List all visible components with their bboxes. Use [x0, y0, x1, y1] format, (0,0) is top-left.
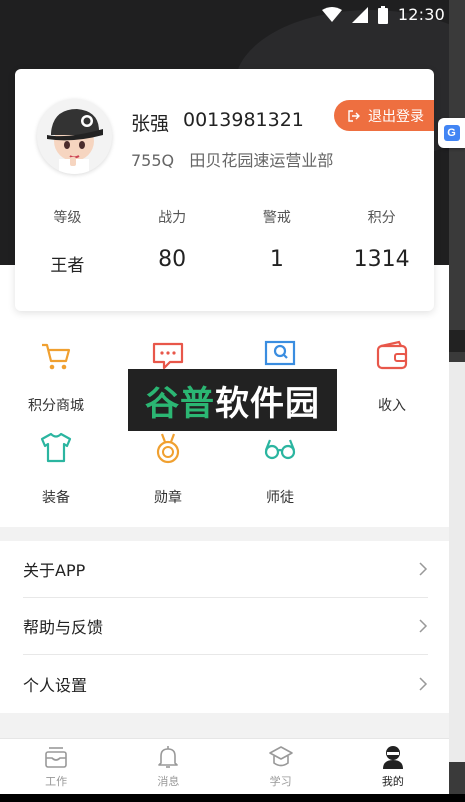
tab-label: 工作	[45, 775, 68, 788]
stat-value: 1314	[353, 247, 410, 272]
settings-item-personal[interactable]: 个人设置	[23, 655, 428, 712]
grid-label: 勋章	[154, 490, 182, 506]
stat-points[interactable]: 积分 1314	[329, 207, 434, 276]
ninja-user-icon	[382, 746, 403, 769]
tab-label: 消息	[157, 775, 180, 788]
stat-warning[interactable]: 警戒 1	[225, 207, 330, 276]
background-app-content	[449, 362, 465, 762]
translate-icon[interactable]: G	[438, 118, 465, 148]
stat-value: 1	[269, 247, 284, 272]
section-divider	[0, 713, 449, 738]
bottom-tab-bar: 工作 消息 学习 我的	[0, 738, 449, 794]
chevron-right-icon	[419, 619, 428, 633]
stat-label: 战力	[158, 210, 187, 226]
wallet-icon	[376, 340, 408, 370]
translate-glyph: G	[443, 125, 460, 141]
background-app-bar	[449, 330, 465, 352]
status-icons: 12:30	[321, 5, 445, 24]
stat-label: 积分	[367, 210, 396, 226]
system-nav-bar	[0, 794, 465, 802]
watermark-text: 谷普软件园	[145, 376, 320, 425]
grid-item-income[interactable]: 收入	[336, 339, 448, 415]
stat-label: 等级	[53, 210, 82, 226]
glasses-icon	[264, 439, 296, 460]
user-station: 755Q 田贝花园速运营业部	[131, 151, 334, 170]
message-icon	[152, 342, 184, 370]
stat-label: 警戒	[262, 210, 291, 226]
stats-row: 等级 王者 战力 80 警戒 1 积分 1314	[15, 207, 434, 276]
grid-label: 师徒	[266, 490, 294, 506]
grid-item-points-mall[interactable]: 积分商城	[0, 339, 112, 415]
profile-card: 张强 0013981321 755Q 田贝花园速运营业部 退出登录 等级 王者 …	[15, 69, 434, 311]
clock: 12:30	[397, 5, 445, 24]
tab-learning[interactable]: 学习	[225, 739, 337, 794]
tab-work[interactable]: 工作	[0, 739, 112, 794]
grid-label: 积分商城	[28, 398, 84, 414]
stat-power[interactable]: 战力 80	[120, 207, 225, 276]
watermark-part: 软件园	[215, 383, 320, 424]
tab-label: 学习	[269, 775, 292, 788]
grid-label: 收入	[378, 398, 406, 414]
tshirt-icon	[40, 432, 72, 463]
signal-icon	[351, 6, 368, 23]
logout-label: 退出登录	[368, 108, 424, 125]
stat-level[interactable]: 等级 王者	[15, 207, 120, 276]
grid-label: 装备	[42, 490, 70, 506]
settings-list: 关于APP 帮助与反馈 个人设置	[0, 541, 449, 712]
settings-item-label: 关于APP	[23, 561, 86, 580]
settings-item-label: 个人设置	[23, 675, 88, 695]
avatar-illustration	[47, 109, 103, 174]
logout-button[interactable]: 退出登录	[334, 100, 434, 131]
search-board-icon	[264, 340, 296, 366]
tab-label: 我的	[381, 775, 404, 788]
graduation-cap-icon	[268, 746, 293, 767]
section-divider	[0, 527, 449, 541]
chevron-right-icon	[419, 562, 428, 576]
grid-item-equipment[interactable]: 装备	[0, 431, 112, 507]
watermark-part: 谷普	[145, 383, 215, 424]
settings-item-label: 帮助与反馈	[23, 618, 104, 637]
settings-item-help[interactable]: 帮助与反馈	[23, 598, 428, 655]
stat-value: 王者	[50, 256, 85, 276]
user-name: 张强	[131, 113, 170, 135]
status-bar: 12:30	[0, 0, 465, 34]
tab-mine[interactable]: 我的	[337, 739, 449, 794]
cart-icon	[42, 343, 71, 370]
inbox-icon	[45, 747, 67, 768]
logout-icon	[348, 109, 360, 122]
bell-icon	[158, 746, 179, 768]
avatar[interactable]	[37, 99, 112, 174]
chevron-right-icon	[419, 676, 428, 691]
grid-item-medals[interactable]: 勋章	[112, 431, 224, 507]
grid-item-mentorship[interactable]: 师徒	[224, 431, 336, 507]
medal-icon	[156, 433, 180, 464]
battery-icon	[377, 5, 388, 24]
settings-item-about[interactable]: 关于APP	[23, 541, 428, 598]
watermark: 谷普软件园	[128, 369, 337, 431]
tab-messages[interactable]: 消息	[112, 739, 224, 794]
wifi-icon	[321, 6, 342, 22]
user-phone: 0013981321	[183, 109, 304, 131]
stat-value: 80	[158, 247, 187, 272]
